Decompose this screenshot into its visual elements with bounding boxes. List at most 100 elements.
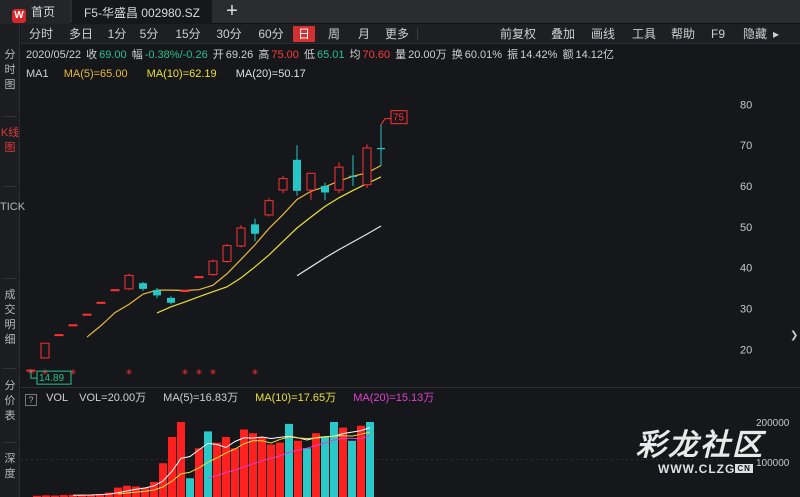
y-axis-tick-label: 30 xyxy=(740,303,752,315)
adjust-button[interactable]: 前复权 xyxy=(498,26,538,42)
y-axis-tick-label: 60 xyxy=(740,181,752,193)
close-value: 69.00 xyxy=(99,49,127,61)
limit-up-star-icon: * xyxy=(196,367,202,381)
volume-bar xyxy=(303,448,311,497)
high-marker-label: 75 xyxy=(393,113,405,124)
app-logo-icon: W xyxy=(12,9,26,23)
divider xyxy=(3,278,17,279)
vol-ma20: MA(20)=15.13万 xyxy=(353,392,435,404)
help-box-icon[interactable]: ? xyxy=(25,394,37,406)
ma20-legend: MA(20)=50.17 xyxy=(235,68,306,80)
nav-item-depth[interactable]: 深度 xyxy=(0,452,20,482)
nav-item-timeshare[interactable]: 分时图 xyxy=(0,48,20,93)
quote-date: 2020/05/22 xyxy=(26,49,82,61)
close-label: 收 xyxy=(86,49,98,61)
period-week[interactable]: 周 xyxy=(324,26,344,42)
add-tab-icon[interactable]: + xyxy=(220,0,244,24)
period-multiday[interactable]: 多日 xyxy=(65,26,97,42)
volume-bar xyxy=(231,448,239,497)
watermark-url-suffix: CN xyxy=(735,464,753,473)
overlay-button[interactable]: 叠加 xyxy=(549,26,577,42)
candle-body xyxy=(82,313,92,316)
amplitude-label: 振 xyxy=(507,49,519,61)
scroll-right-icon[interactable]: ❯ xyxy=(790,330,800,346)
limit-up-star-icon: * xyxy=(182,367,188,381)
divider xyxy=(21,387,800,388)
hide-button[interactable]: 隐藏 xyxy=(739,26,771,42)
ma5-legend: MA(5)=65.00 xyxy=(63,68,128,80)
help-button[interactable]: 帮助 xyxy=(669,26,697,42)
volume-value: 20.00万 xyxy=(408,49,447,61)
volume-bar xyxy=(357,425,365,497)
candle-body xyxy=(167,297,175,303)
period-timeshare[interactable]: 分时 xyxy=(25,26,57,42)
vol-title: VOL xyxy=(46,392,69,404)
candle-body xyxy=(194,276,204,279)
candle-body xyxy=(293,159,301,191)
nav-item-kline[interactable]: K线图 xyxy=(0,126,20,156)
period-1min[interactable]: 1分 xyxy=(105,26,129,42)
tools-button[interactable]: 工具 xyxy=(630,26,658,42)
tab-stock[interactable]: F5-华盛昌 002980.SZ xyxy=(72,0,212,24)
kline-svg: 20304050607080* * * * * * * *7514.89 xyxy=(26,99,752,385)
vol-value: VOL=20.00万 xyxy=(79,392,147,404)
low-label: 低 xyxy=(303,49,315,61)
turnover-label: 换 xyxy=(451,49,463,61)
period-month[interactable]: 月 xyxy=(354,26,374,42)
volume-bar xyxy=(159,463,167,497)
tab-stock-label: F5-华盛昌 002980.SZ xyxy=(83,6,201,20)
avg-value: 70.60 xyxy=(362,49,391,61)
nav-item-label: 成交明细 xyxy=(4,289,16,346)
divider xyxy=(3,368,17,369)
high-marker-leader xyxy=(380,118,391,125)
avg-label: 均 xyxy=(349,49,361,61)
nav-item-price-table[interactable]: 分价表 xyxy=(0,379,20,424)
period-30min[interactable]: 30分 xyxy=(214,26,244,42)
volume-bar xyxy=(195,448,203,497)
tab-bar: W 首页 F5-华盛昌 002980.SZ + xyxy=(0,0,800,24)
amplitude-value: 14.42% xyxy=(520,49,558,61)
volume-label: 量 xyxy=(395,49,407,61)
period-toolbar: 分时 多日 1分 5分 15分 30分 60分 日 周 月 更多 前复权 叠加 … xyxy=(21,24,800,44)
volume-bar xyxy=(330,422,338,497)
high-value: 75.00 xyxy=(271,49,299,61)
nav-item-label: K线图 xyxy=(0,127,20,154)
y-axis-tick-label: 20 xyxy=(740,344,752,356)
open-value: 69.26 xyxy=(225,49,254,61)
candle-body xyxy=(236,227,246,247)
period-more[interactable]: 更多 xyxy=(382,26,412,42)
tab-home-label: 首页 xyxy=(31,5,56,19)
candle-body xyxy=(40,342,50,359)
period-15min[interactable]: 15分 xyxy=(173,26,203,42)
hide-arrow-icon[interactable]: ▸ xyxy=(771,26,781,42)
amount-label: 额 xyxy=(562,49,574,61)
tab-home[interactable]: W 首页 xyxy=(0,0,70,24)
candle-body xyxy=(110,289,120,292)
f9-button[interactable]: F9 xyxy=(708,26,728,42)
volume-bar xyxy=(186,478,194,497)
nav-item-label: 分价表 xyxy=(4,380,16,422)
amount-value: 14.12亿 xyxy=(575,49,615,61)
open-label: 开 xyxy=(212,49,224,61)
nav-item-tick[interactable]: TICK xyxy=(0,200,25,215)
limit-up-star-icon: * xyxy=(210,367,216,381)
y-axis-tick-label: 70 xyxy=(740,140,752,152)
volume-legend: ? VOL VOL=20.00万 MA(5)=16.83万 MA(10)=17.… xyxy=(21,389,800,407)
period-60min[interactable]: 60分 xyxy=(256,26,286,42)
candle-body xyxy=(278,178,288,191)
candle-body xyxy=(264,200,274,216)
period-day[interactable]: 日 xyxy=(293,26,315,42)
divider xyxy=(3,186,17,187)
candle-body xyxy=(124,274,134,290)
draw-button[interactable]: 画线 xyxy=(589,26,617,42)
volume-bar xyxy=(267,444,275,497)
candle-body xyxy=(349,175,357,177)
nav-item-trade-detail[interactable]: 成交明细 xyxy=(0,288,20,348)
nav-item-label: 深度 xyxy=(4,453,16,480)
vol-ma5: MA(5)=16.83万 xyxy=(163,392,239,404)
candle-body xyxy=(54,334,64,337)
kline-chart[interactable]: 20 30 40 50 60 70 80 * * * * * * * * 75 14.89 xyxy=(21,84,800,390)
candle-body xyxy=(139,283,147,289)
volume-bar xyxy=(141,487,149,497)
period-5min[interactable]: 5分 xyxy=(137,26,161,42)
